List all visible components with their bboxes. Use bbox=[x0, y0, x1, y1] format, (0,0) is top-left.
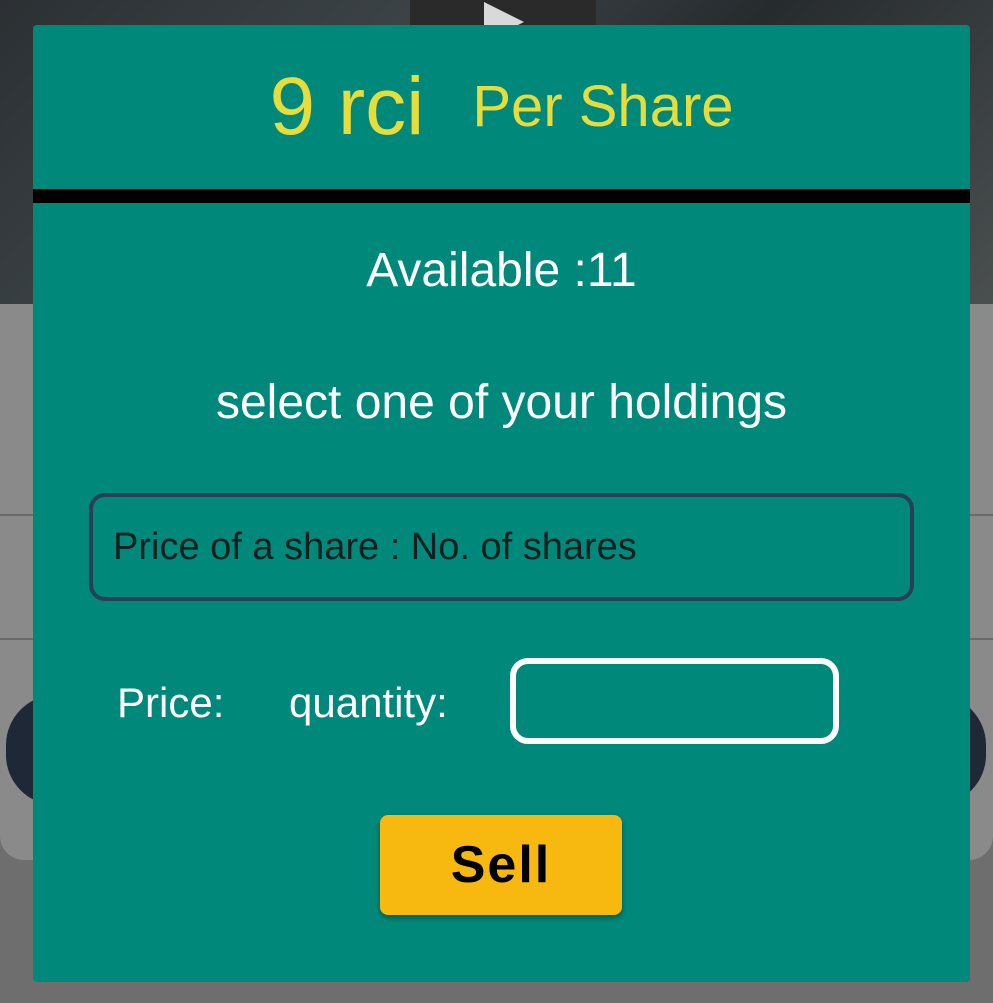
quantity-label: quantity: bbox=[289, 679, 448, 726]
share-price-value: 9 rci bbox=[269, 61, 425, 152]
price-label: Price: bbox=[117, 679, 225, 726]
quantity-input[interactable] bbox=[510, 658, 839, 744]
holdings-select-value: Price of a share : No. of shares bbox=[113, 525, 637, 568]
header-divider bbox=[33, 189, 970, 203]
dialog-header: 9 rci Per Share bbox=[33, 25, 970, 189]
available-count: Available :11 bbox=[366, 244, 637, 297]
holdings-instruction: select one of your holdings bbox=[215, 376, 788, 429]
holdings-select[interactable]: Price of a share : No. of shares bbox=[89, 493, 914, 601]
sell-dialog: 9 rci Per Share Available :11 select one… bbox=[33, 25, 970, 982]
share-price-unit: Per Share bbox=[472, 74, 734, 139]
sell-button[interactable]: Sell bbox=[380, 815, 622, 915]
price-quantity-row: Price: quantity: bbox=[33, 655, 970, 745]
